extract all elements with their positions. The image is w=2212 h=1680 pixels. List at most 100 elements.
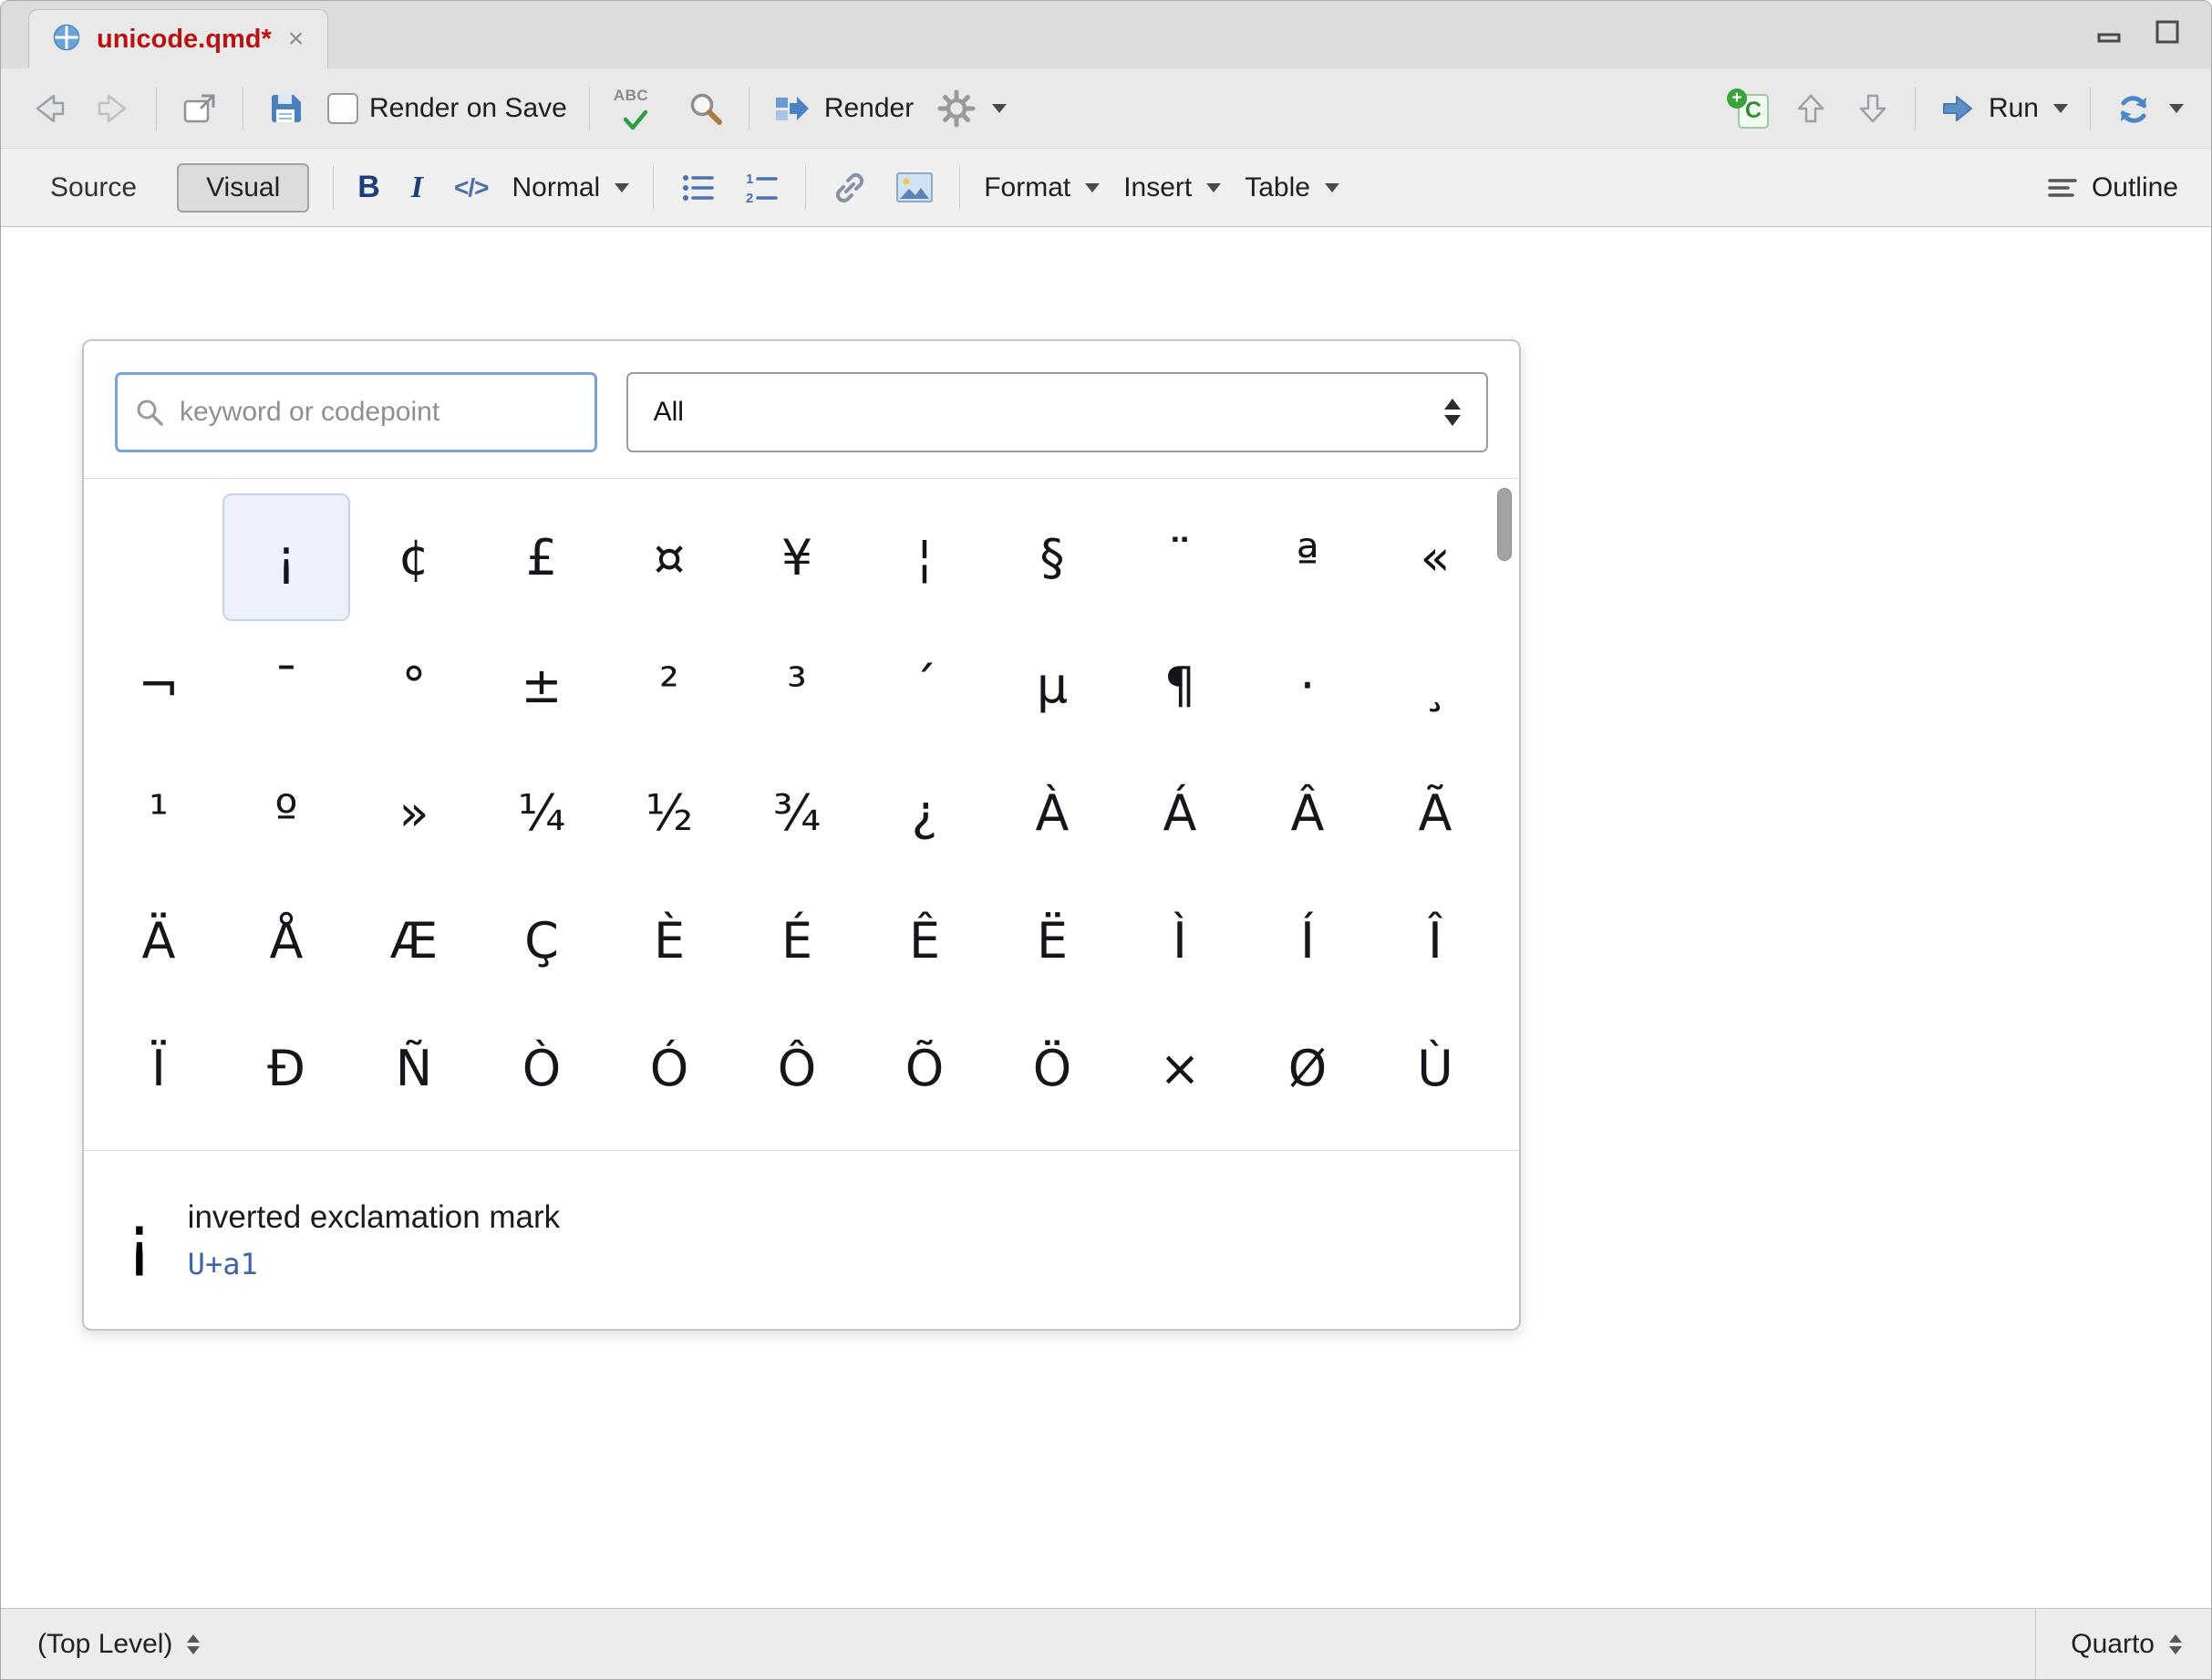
bullet-list-button[interactable]	[677, 168, 718, 208]
char-cell[interactable]: ³	[733, 621, 861, 749]
next-section-button[interactable]	[1853, 88, 1893, 129]
source-mode-button[interactable]: Source	[34, 165, 153, 211]
document-format-selector[interactable]: Quarto	[2035, 1609, 2211, 1679]
char-cell[interactable]: ´	[861, 621, 988, 749]
char-cell[interactable]: Ç	[478, 876, 605, 1004]
char-cell[interactable]: Ê	[861, 876, 988, 1004]
tab-unicode-qmd[interactable]: unicode.qmd* ×	[28, 9, 328, 68]
char-cell[interactable]: Ð	[222, 1004, 350, 1132]
char-cell[interactable]: Ö	[988, 1004, 1116, 1132]
back-button[interactable]	[28, 88, 70, 130]
insert-chunk-button[interactable]: C +	[1727, 88, 1769, 129]
numbered-list-button[interactable]: 1 2	[741, 168, 781, 208]
char-cell[interactable]: ²	[605, 621, 733, 749]
search-box[interactable]	[115, 372, 597, 452]
char-cell[interactable]: Ã	[1371, 749, 1499, 876]
char-cell[interactable]: Æ	[350, 876, 478, 1004]
char-cell[interactable]: ±	[478, 621, 605, 749]
char-cell[interactable]: ¨	[1116, 493, 1244, 621]
char-cell[interactable]: Ò	[478, 1004, 605, 1132]
char-cell[interactable]: Á	[1116, 749, 1244, 876]
run-button[interactable]: Run	[1938, 88, 2068, 129]
outline-toggle-button[interactable]: Outline	[2044, 170, 2178, 206]
preview-codepoint: U+a1	[188, 1247, 561, 1281]
code-button[interactable]: </>	[454, 173, 488, 202]
char-cell[interactable]: ¥	[733, 493, 861, 621]
scope-selector[interactable]: (Top Level)	[37, 1629, 200, 1660]
char-cell[interactable]: ¦	[861, 493, 988, 621]
open-in-new-window-button[interactable]	[179, 88, 221, 130]
character-search-input[interactable]	[178, 396, 578, 429]
char-cell[interactable]: £	[478, 493, 605, 621]
rstudio-window: unicode.qmd* ×	[0, 0, 2212, 1680]
char-cell[interactable]: ¹	[95, 749, 222, 876]
char-cell[interactable]: Õ	[861, 1004, 988, 1132]
char-cell[interactable]: À	[988, 749, 1116, 876]
link-button[interactable]	[830, 168, 870, 208]
char-cell[interactable]: §	[988, 493, 1116, 621]
char-cell[interactable]: É	[733, 876, 861, 1004]
char-cell[interactable]: Ù	[1371, 1004, 1499, 1132]
char-cell[interactable]: Ø	[1244, 1004, 1371, 1132]
char-cell[interactable]: ¤	[605, 493, 733, 621]
bold-button[interactable]: B	[357, 170, 380, 205]
char-cell[interactable]: ½	[605, 749, 733, 876]
italic-button[interactable]: I	[404, 171, 430, 205]
grid-scrollbar[interactable]	[1497, 488, 1512, 1141]
char-cell[interactable]: Ó	[605, 1004, 733, 1132]
spellcheck-icon: ABC	[612, 87, 663, 130]
render-on-save-toggle[interactable]: Render on Save	[327, 93, 567, 124]
char-cell[interactable]: Ë	[988, 876, 1116, 1004]
char-cell[interactable]: «	[1371, 493, 1499, 621]
char-cell[interactable]	[95, 493, 222, 621]
char-cell[interactable]: Í	[1244, 876, 1371, 1004]
spellcheck-button[interactable]: ABC	[612, 87, 663, 130]
char-cell[interactable]: ¸	[1371, 621, 1499, 749]
char-cell[interactable]: µ	[988, 621, 1116, 749]
char-cell[interactable]: ·	[1244, 621, 1371, 749]
paragraph-style-dropdown[interactable]: Normal	[512, 172, 630, 203]
char-cell[interactable]: ¬	[95, 621, 222, 749]
char-cell[interactable]: »	[350, 749, 478, 876]
char-cell[interactable]: Å	[222, 876, 350, 1004]
char-cell[interactable]: ¼	[478, 749, 605, 876]
char-cell[interactable]: Î	[1371, 876, 1499, 1004]
char-cell[interactable]: Â	[1244, 749, 1371, 876]
char-cell[interactable]: Ï	[95, 1004, 222, 1132]
char-cell[interactable]: ¿	[861, 749, 988, 876]
char-cell[interactable]: Ô	[733, 1004, 861, 1132]
save-button[interactable]	[265, 88, 305, 129]
rerun-button[interactable]	[2113, 88, 2184, 130]
insert-menu[interactable]: Insert	[1123, 172, 1221, 203]
char-cell[interactable]: ¶	[1116, 621, 1244, 749]
scrollbar-thumb[interactable]	[1497, 488, 1512, 561]
previous-section-button[interactable]	[1791, 88, 1831, 129]
char-cell[interactable]: º	[222, 749, 350, 876]
quarto-doc-icon	[51, 22, 82, 57]
format-menu[interactable]: Format	[984, 172, 1100, 203]
char-cell[interactable]: ¡	[222, 493, 350, 621]
char-cell[interactable]: °	[350, 621, 478, 749]
char-cell[interactable]: Ä	[95, 876, 222, 1004]
render-button[interactable]: Render	[771, 88, 914, 130]
table-menu[interactable]: Table	[1245, 172, 1339, 203]
render-on-save-checkbox[interactable]	[327, 93, 358, 124]
char-cell[interactable]: Ì	[1116, 876, 1244, 1004]
forward-button[interactable]	[92, 88, 134, 130]
render-options-button[interactable]	[935, 88, 1007, 130]
char-cell[interactable]: ¢	[350, 493, 478, 621]
category-select[interactable]: All	[626, 372, 1488, 452]
char-cell[interactable]: È	[605, 876, 733, 1004]
char-cell[interactable]: Ñ	[350, 1004, 478, 1132]
find-replace-button[interactable]	[685, 88, 727, 130]
maximize-icon[interactable]	[2151, 16, 2184, 53]
char-cell[interactable]: ª	[1244, 493, 1371, 621]
format-label: Quarto	[2071, 1629, 2155, 1660]
image-button[interactable]	[894, 169, 935, 207]
char-cell[interactable]: ¾	[733, 749, 861, 876]
char-cell[interactable]: ×	[1116, 1004, 1244, 1132]
visual-mode-button[interactable]: Visual	[177, 163, 309, 213]
minimize-icon[interactable]	[2093, 16, 2125, 53]
tab-close-icon[interactable]: ×	[286, 26, 306, 53]
char-cell[interactable]: ¯	[222, 621, 350, 749]
